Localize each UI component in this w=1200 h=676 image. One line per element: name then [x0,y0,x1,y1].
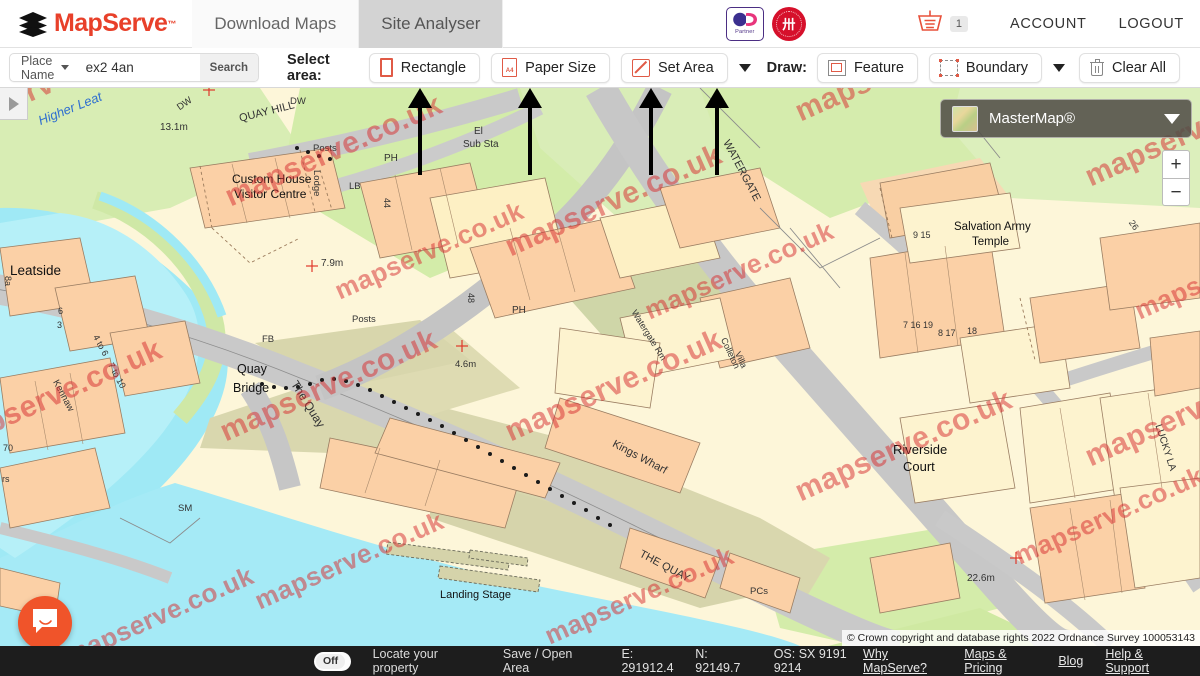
zoom-controls: + − [1162,150,1190,206]
riba-monogram-icon: 卅 [775,10,802,37]
brand-logo[interactable]: MapServe ™ [0,0,192,48]
select-area-label: Select area: [287,51,330,84]
zoom-out-button[interactable]: − [1162,178,1190,206]
os-mark-icon [732,12,758,28]
draw-label: Draw: [766,59,807,76]
paper-size-button[interactable]: A4 Paper Size [491,52,611,83]
chevron-down-icon [60,65,69,70]
save-open-area-button[interactable]: Save / Open Area [503,647,588,675]
locate-property-label[interactable]: Locate your property [373,647,471,675]
help-support-link[interactable]: Help & Support [1105,647,1178,675]
brand-name: MapServe [54,9,168,37]
set-area-button[interactable]: Set Area [621,52,728,83]
place-name-label: Place Name [21,53,55,82]
zoom-in-button[interactable]: + [1162,150,1190,178]
os-partner-label: Partner [735,29,755,35]
map-copyright: © Crown copyright and database rights 20… [841,630,1200,646]
select-area-more-dropdown-icon[interactable] [738,63,751,72]
northing-readout: N: 92149.7 [695,647,741,675]
easting-readout: E: 291912.4 [621,647,674,675]
boundary-icon [938,58,959,77]
riba-chartered-practice-logo: 卅 [771,6,806,41]
clear-all-button[interactable]: Clear All [1079,52,1180,83]
expand-panel-button[interactable] [0,88,28,120]
set-area-button-label: Set Area [658,59,714,76]
logout-link[interactable]: LOGOUT [1103,16,1200,32]
feature-button[interactable]: Feature [816,52,918,83]
maps-pricing-link[interactable]: Maps & Pricing [964,647,1036,675]
trash-icon [1090,59,1104,76]
search-button[interactable]: Search [199,54,259,81]
locate-property-toggle[interactable]: Off [314,651,351,671]
clear-all-button-label: Clear All [1112,59,1166,76]
chat-launcher-button[interactable] [18,596,72,650]
app-header: MapServe ™ Download Maps Site Analyser P… [0,0,1200,48]
map-toolbar: Place Name Search Select area: Rectangle… [0,48,1200,88]
feature-button-label: Feature [853,59,904,76]
blog-link[interactable]: Blog [1058,654,1083,668]
paper-size-button-label: Paper Size [525,59,597,76]
mapserve-app: MapServe ™ Download Maps Site Analyser P… [0,0,1200,676]
rectangle-button[interactable]: Rectangle [368,52,481,83]
map-vector-layer [0,88,1200,646]
tab-site-analyser[interactable]: Site Analyser [359,0,504,48]
place-name-dropdown[interactable]: Place Name [10,54,80,81]
status-bar: Off Locate your property Save / Open Are… [0,646,1200,676]
layer-selector-label: MasterMap® [989,110,1076,127]
layer-selector[interactable]: MasterMap® [940,99,1192,138]
rectangle-icon [379,58,393,77]
basket-icon[interactable] [916,9,944,38]
toggle-state-label: Off [316,653,346,669]
layers-stack-icon [18,11,48,37]
paper-size-icon: A4 [502,58,518,77]
os-partner-logo: Partner [725,6,764,41]
map-canvas[interactable]: Higher Leat DW DW QUAY HILL 13.1m Posts PH Cust… [0,88,1200,646]
draw-more-dropdown-icon[interactable] [1053,63,1065,72]
boundary-button-label: Boundary [965,59,1028,76]
search-group: Place Name Search [9,53,260,82]
feature-icon [827,59,846,76]
cart-count-badge: 1 [949,15,968,32]
brand-trademark: ™ [167,18,177,29]
rectangle-button-label: Rectangle [400,59,467,76]
chat-bubble-icon [31,608,59,639]
partner-logos: Partner 卅 [725,6,806,41]
set-area-icon [632,58,651,77]
boundary-button[interactable]: Boundary [928,52,1042,83]
tab-download-maps[interactable]: Download Maps [192,0,360,48]
map-thumbnail-icon [952,105,978,132]
expand-panel-arrow-icon [8,96,19,111]
chevron-down-icon[interactable] [1164,113,1180,124]
why-mapserve-link[interactable]: Why MapServe? [863,647,942,675]
cart[interactable]: 1 [916,9,968,38]
account-link[interactable]: ACCOUNT [994,16,1103,32]
search-input[interactable] [79,54,200,81]
os-grid-readout: OS: SX 9191 9214 [773,647,847,675]
